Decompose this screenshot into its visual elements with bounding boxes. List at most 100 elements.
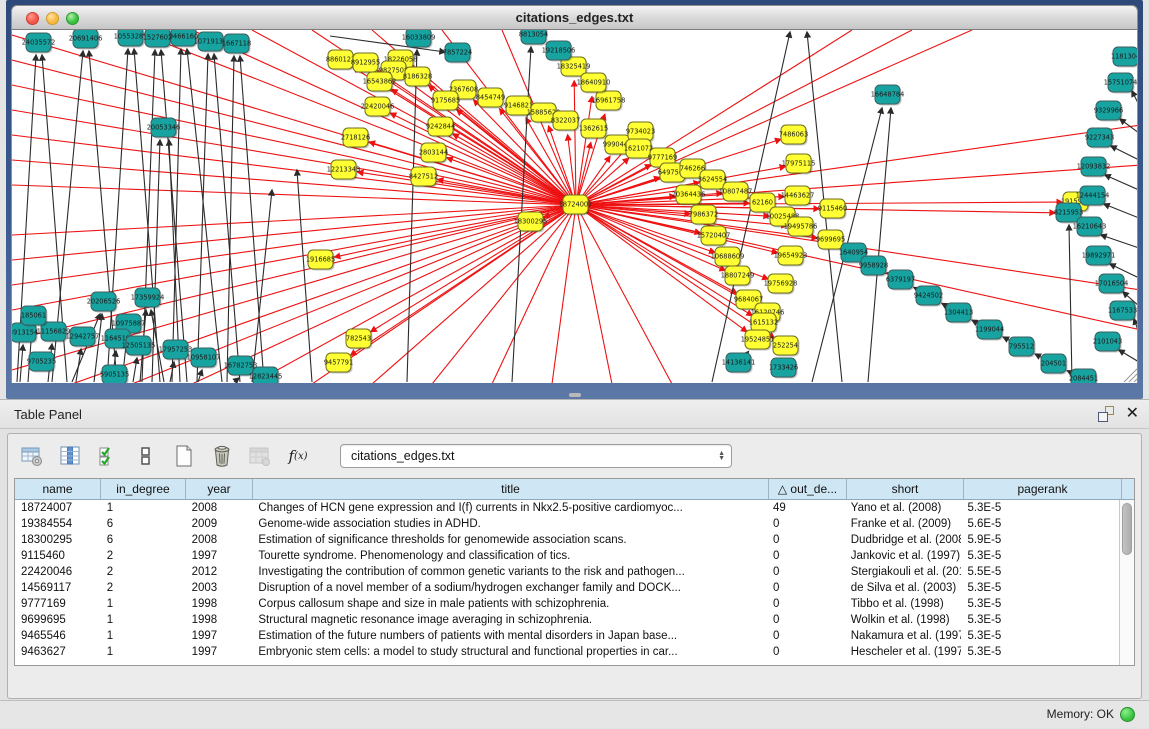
graph-node[interactable]: 12093832 xyxy=(1077,157,1111,178)
table-cell[interactable]: 5.6E-5 xyxy=(961,518,1119,530)
citation-edge-red[interactable] xyxy=(576,205,612,383)
function-builder-icon[interactable]: f(x) xyxy=(286,444,310,468)
table-row[interactable]: 911546021997Tourette syndrome. Phenomeno… xyxy=(15,548,1119,564)
graph-node[interactable]: 18300295 xyxy=(514,212,548,233)
citation-edge-red[interactable] xyxy=(576,30,972,205)
table-cell[interactable]: Estimation of significance thresholds fo… xyxy=(252,534,767,546)
table-cell[interactable]: 9463627 xyxy=(15,646,101,658)
graph-node[interactable]: 20691406 xyxy=(69,30,103,50)
table-cell[interactable]: 0 xyxy=(767,614,845,626)
citation-edge-black[interactable] xyxy=(240,56,264,382)
network-view-canvas[interactable]: 1872400788601238912955182260589827508165… xyxy=(11,30,1138,383)
graph-node[interactable]: 204501 xyxy=(1041,354,1068,375)
minimize-window-button[interactable] xyxy=(46,12,59,25)
graph-node[interactable]: 9457791 xyxy=(324,353,353,374)
table-cell[interactable]: 5.3E-5 xyxy=(961,598,1119,610)
table-cell[interactable]: 2009 xyxy=(186,518,253,530)
scrollbar-thumb[interactable] xyxy=(1122,503,1132,555)
table-row[interactable]: 946362711997Embryonic stem cells: a mode… xyxy=(15,644,1119,660)
table-cell[interactable]: 5.3E-5 xyxy=(961,630,1119,642)
graph-node[interactable]: 1304413 xyxy=(944,303,973,324)
citation-edge-red[interactable] xyxy=(12,205,576,370)
graph-node[interactable]: 7986372 xyxy=(689,205,718,226)
graph-node[interactable]: 8427512 xyxy=(409,167,438,188)
graph-node[interactable]: 6379197 xyxy=(886,270,915,291)
table-vertical-scrollbar[interactable] xyxy=(1119,500,1134,665)
graph-node[interactable]: 8186328 xyxy=(403,67,432,88)
graph-node[interactable]: 2101043 xyxy=(1093,332,1122,353)
graph-node[interactable]: 9424502 xyxy=(914,286,943,307)
graph-hub-node[interactable]: 18724007 xyxy=(559,195,593,216)
citation-edge-red[interactable] xyxy=(12,110,576,205)
graph-node[interactable]: 16033809 xyxy=(402,30,436,49)
table-cell[interactable]: 0 xyxy=(767,598,845,610)
citation-edge-red[interactable] xyxy=(12,205,576,235)
table-cell[interactable]: 6 xyxy=(101,534,186,546)
table-cell[interactable]: Genome-wide association studies in ADHD. xyxy=(252,518,767,530)
column-header-1[interactable]: name xyxy=(15,479,101,499)
graph-node[interactable]: 9329966 xyxy=(1094,101,1123,122)
zoom-window-button[interactable] xyxy=(66,12,79,25)
table-row[interactable]: 969969511998Structural magnetic resonanc… xyxy=(15,612,1119,628)
table-cell[interactable]: Tibbo et al. (1998) xyxy=(845,598,962,610)
table-cell[interactable]: 5.3E-5 xyxy=(961,582,1119,594)
graph-node[interactable]: 8912955 xyxy=(351,53,380,74)
citation-edge-black[interactable] xyxy=(1119,350,1138,362)
table-cell[interactable]: 0 xyxy=(767,518,845,530)
table-cell[interactable]: 9699695 xyxy=(15,614,101,626)
table-cell[interactable]: Stergiakouli et al. (2012) xyxy=(845,566,962,578)
delete-icon[interactable] xyxy=(210,444,234,468)
table-cell[interactable]: 19384554 xyxy=(15,518,101,530)
table-cell[interactable]: 5.5E-5 xyxy=(961,566,1119,578)
graph-node[interactable]: 1199044 xyxy=(975,320,1004,341)
graph-node[interactable]: 15720407 xyxy=(697,226,731,247)
select-columns-icon[interactable] xyxy=(58,444,82,468)
graph-node[interactable]: 9227343 xyxy=(1085,128,1114,149)
table-cell[interactable]: 1 xyxy=(101,598,186,610)
graph-node[interactable]: 16543862 xyxy=(363,72,397,93)
citation-edge-red[interactable] xyxy=(576,30,912,205)
graph-node[interactable]: 1167533 xyxy=(1108,301,1137,322)
graph-node[interactable]: 185061 xyxy=(21,306,48,327)
table-cell[interactable]: Wolkin et al. (1998) xyxy=(845,614,962,626)
graph-node[interactable]: 5905135 xyxy=(100,365,129,383)
graph-node[interactable]: 8454749 xyxy=(476,88,505,109)
citation-edge-black[interactable] xyxy=(214,54,240,382)
graph-node[interactable]: 19756928 xyxy=(764,274,798,295)
table-cell[interactable]: Changes of HCN gene expression and I(f) … xyxy=(252,502,767,514)
table-cell[interactable]: 9115460 xyxy=(15,550,101,562)
table-cell[interactable]: Estimation of the future numbers of pati… xyxy=(252,630,767,642)
table-cell[interactable]: 2 xyxy=(101,550,186,562)
table-cell[interactable]: 0 xyxy=(767,630,845,642)
graph-node[interactable]: 18807249 xyxy=(721,266,755,287)
close-window-button[interactable] xyxy=(26,12,39,25)
table-cell[interactable]: 9777169 xyxy=(15,598,101,610)
citation-edge-black[interactable] xyxy=(1069,225,1072,382)
table-cell[interactable]: 5.3E-5 xyxy=(961,502,1119,514)
citation-edge-red[interactable] xyxy=(574,81,576,205)
graph-node[interactable]: 9115460 xyxy=(818,199,847,220)
graph-node[interactable]: 1733426 xyxy=(769,358,798,379)
graph-node[interactable]: 17975115 xyxy=(782,154,816,175)
graph-node[interactable]: 20364436 xyxy=(672,185,706,206)
table-row[interactable]: 1830029562008Estimation of significance … xyxy=(15,532,1119,548)
graph-node[interactable]: 2084451 xyxy=(1069,369,1098,383)
table-cell[interactable]: 1 xyxy=(101,630,186,642)
column-header-2[interactable]: in_degree xyxy=(101,479,186,499)
graph-node[interactable]: 9705235 xyxy=(27,352,56,373)
table-cell[interactable]: 2 xyxy=(101,582,186,594)
table-cell[interactable]: 5.9E-5 xyxy=(961,534,1119,546)
table-cell[interactable]: 14569117 xyxy=(15,582,101,594)
citation-edge-black[interactable] xyxy=(227,56,234,382)
table-row[interactable]: 977716911998Corpus callosum shape and si… xyxy=(15,596,1119,612)
graph-node[interactable]: 16961758 xyxy=(592,91,626,112)
table-cell[interactable]: 5.3E-5 xyxy=(961,646,1119,658)
memory-ok-indicator[interactable] xyxy=(1120,707,1135,722)
citation-edge-black[interactable] xyxy=(172,49,181,382)
table-cell[interactable]: 0 xyxy=(767,582,845,594)
citation-edge-red[interactable] xyxy=(576,97,592,205)
table-cell[interactable]: 1997 xyxy=(186,630,253,642)
table-cell[interactable]: de Silva et al. (2003) xyxy=(845,582,962,594)
table-row[interactable]: 1456911722003Disruption of a novel membe… xyxy=(15,580,1119,596)
graph-node[interactable]: 1181304 xyxy=(1111,47,1138,68)
